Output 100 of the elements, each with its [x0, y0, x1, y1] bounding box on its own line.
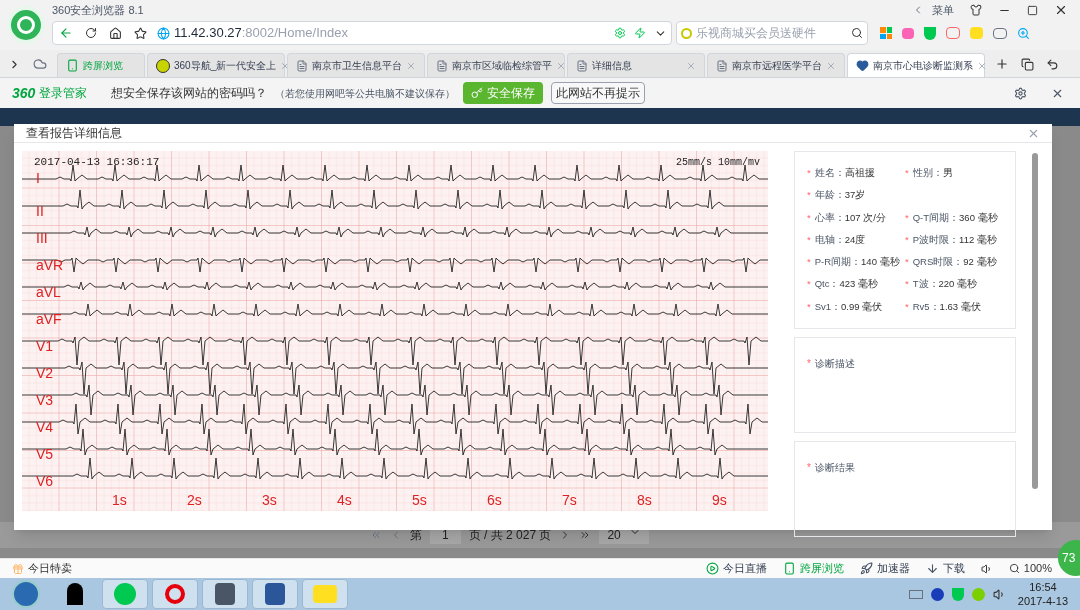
info-field: * 姓名：高祖援	[807, 166, 905, 181]
browser-logo-icon[interactable]	[7, 6, 45, 44]
lead-label: V3	[36, 392, 54, 408]
phone-icon	[782, 562, 796, 575]
screenshot-icon[interactable]	[993, 27, 1007, 39]
lead-label: I	[36, 170, 40, 186]
info-field: * 电轴：24度	[807, 232, 905, 247]
info-field: * P波时限：112 毫秒	[905, 232, 1003, 247]
rocket-icon	[859, 562, 873, 575]
new-tab-icon[interactable]	[995, 57, 1009, 71]
apps-icon[interactable]	[880, 27, 892, 39]
home-icon[interactable]	[109, 26, 122, 40]
address-bar[interactable]: 11.42.30.27:8002/Home/Index	[52, 21, 672, 45]
time-label: 5s	[412, 492, 427, 508]
section-label: * 诊断结果	[807, 461, 855, 473]
reload-icon[interactable]	[85, 27, 97, 39]
first-page-icon[interactable]	[370, 529, 382, 541]
clock-date: 2017-4-13	[1017, 594, 1068, 608]
browser-tab[interactable]: 南京市心电诊断监测系	[847, 53, 985, 77]
start-button[interactable]	[12, 580, 40, 608]
help-icon[interactable]	[930, 587, 944, 601]
zoom-level[interactable]: 100%	[1023, 560, 1052, 577]
time-label: 9s	[712, 492, 727, 508]
clock-time: 16:54	[1029, 580, 1057, 594]
volume-icon[interactable]	[992, 587, 1006, 601]
page-icon	[576, 59, 588, 72]
browser-tab[interactable]: 360导航_新一代安全上	[147, 53, 285, 77]
brand-name: 登录管家	[39, 85, 88, 102]
close-icon[interactable]	[1054, 3, 1068, 17]
menu-button[interactable]: 菜单	[924, 1, 962, 19]
time-label: 3s	[262, 492, 277, 508]
lead-label: aVF	[36, 311, 62, 327]
page-label: 第	[410, 527, 422, 544]
page-icon	[716, 59, 728, 72]
page-icon	[436, 59, 448, 72]
timestamp: 2017-04-13 16:36:17	[34, 156, 160, 168]
page-icon	[296, 59, 308, 72]
card-icon[interactable]	[902, 27, 914, 39]
lead-label: V2	[36, 365, 54, 381]
gear-icon[interactable]	[614, 27, 626, 39]
undo-icon[interactable]	[1046, 57, 1059, 71]
scale-label: 25mm/s 10mm/mv	[676, 157, 760, 168]
globe-icon	[157, 26, 170, 40]
section-label: * 诊断描述	[807, 357, 855, 369]
phone-icon	[66, 59, 79, 72]
info-field: * 性别：男	[905, 166, 1003, 181]
browser-tab[interactable]: 南京市远程医学平台	[707, 53, 845, 77]
keyboard-icon[interactable]	[908, 589, 923, 599]
key-icon	[471, 87, 484, 99]
status-item[interactable]: 下载	[925, 560, 965, 577]
window-title: 360安全浏览器 8.1	[52, 2, 144, 18]
close-tab-icon[interactable]	[556, 60, 566, 71]
app-icon[interactable]	[152, 579, 198, 609]
download-icon	[925, 562, 939, 575]
password-note: （若您使用网吧等公共电脑不建议保存）	[275, 86, 456, 101]
star-icon[interactable]	[134, 26, 147, 40]
status-item[interactable]: 今日直播	[705, 560, 767, 577]
zoom-icon[interactable]	[1017, 26, 1030, 40]
cloud-icon[interactable]	[33, 57, 47, 71]
shield-icon[interactable]	[924, 26, 936, 40]
tab-list-icon[interactable]	[1021, 57, 1034, 71]
close-tab-icon[interactable]	[977, 60, 987, 71]
info-field: * Q-T间期：360 毫秒	[905, 210, 1003, 225]
volume-icon[interactable]	[980, 562, 993, 575]
password-prompt: 想安全保存该网站的密码吗？	[111, 85, 268, 102]
skin-icon[interactable]	[970, 4, 982, 16]
lead-label: aVR	[36, 257, 64, 273]
browser-tab[interactable]: 详细信息	[567, 53, 705, 77]
back-icon[interactable]	[59, 26, 73, 40]
info-field: * Qtc：423 毫秒	[807, 277, 905, 292]
translate-icon[interactable]	[946, 27, 960, 39]
time-label: 4s	[337, 492, 352, 508]
brand-logo: 360	[12, 83, 36, 103]
play-icon	[705, 562, 719, 575]
status-item[interactable]: 加速器	[859, 560, 910, 577]
wolf-icon[interactable]	[202, 579, 248, 609]
time-label: 8s	[637, 492, 652, 508]
info-field: * P-R间期：140 毫秒	[807, 255, 905, 270]
time-label: 2s	[187, 492, 202, 508]
search-icon[interactable]	[851, 27, 863, 39]
lead-label: V1	[36, 338, 54, 354]
browser-tab[interactable]: 南京市卫生信息平台	[287, 53, 425, 77]
maximize-icon[interactable]	[1027, 4, 1038, 16]
search-icon[interactable]	[1008, 563, 1020, 574]
time-label: 7s	[562, 492, 577, 508]
word-icon[interactable]	[252, 579, 298, 609]
time-label: 6s	[487, 492, 502, 508]
status-link[interactable]: 今日特卖	[28, 560, 72, 577]
settings-icon[interactable]	[1014, 86, 1027, 100]
search-engine-icon	[681, 27, 692, 39]
info-field: * Sv1：0.99 毫伏	[807, 299, 905, 314]
url-text: 11.42.30.27:8002/Home/Index	[174, 24, 349, 43]
lead-label: aVL	[36, 284, 61, 300]
info-field: * T波：220 毫秒	[905, 277, 1003, 292]
browser-tab[interactable]: 南京市区域临检综管平	[427, 53, 565, 77]
time-label: 1s	[112, 492, 127, 508]
never-button[interactable]: 此网站不再提示	[551, 82, 646, 104]
lightning-icon[interactable]	[634, 27, 646, 39]
lead-label: V4	[36, 419, 54, 435]
lead-label: II	[36, 203, 44, 219]
